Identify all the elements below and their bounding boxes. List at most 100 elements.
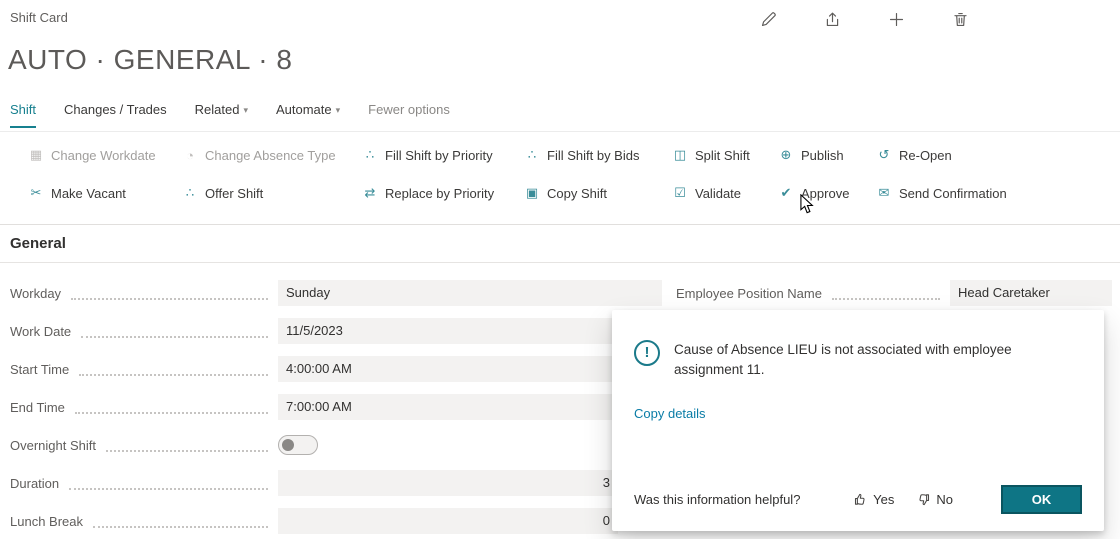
field-end-time: End Time 7:00:00 AM	[0, 388, 662, 426]
end-time-input[interactable]: 7:00:00 AM	[278, 394, 662, 420]
tab-related-label: Related	[195, 102, 240, 117]
action-label: Approve	[801, 186, 849, 201]
toolbar-row-1: ▦ Change Workdate ◔ Change Absence Type …	[0, 136, 1120, 174]
field-label: Start Time	[10, 362, 69, 377]
section-divider	[0, 262, 1120, 263]
action-approve[interactable]: ✔ Approve	[778, 185, 876, 201]
dotted-leader	[832, 298, 940, 300]
field-label: Workday	[10, 286, 61, 301]
tab-fewer-label: Fewer options	[368, 102, 450, 117]
fields-left-column: Workday Sunday Work Date 11/5/2023 Start…	[0, 274, 662, 539]
feedback-yes-label: Yes	[873, 492, 894, 507]
tab-bar: Shift Changes / Trades Related▾ Automate…	[0, 102, 1120, 132]
chevron-down-icon: ▾	[243, 105, 248, 115]
dialog-message: Cause of Absence LIEU is not associated …	[674, 340, 1032, 380]
dotted-leader	[71, 298, 268, 300]
action-label: Make Vacant	[51, 186, 126, 201]
action-fill-shift-by-bids[interactable]: ∴ Fill Shift by Bids	[524, 147, 672, 163]
overnight-shift-toggle[interactable]	[278, 435, 318, 455]
field-label: Overnight Shift	[10, 438, 96, 453]
field-employee-position-name: Employee Position Name Head Caretaker	[666, 274, 1112, 312]
action-reopen[interactable]: ↺ Re-Open	[876, 147, 1120, 163]
thumb-up-icon	[853, 492, 868, 507]
make-vacant-icon: ✂	[28, 185, 44, 201]
employee-position-input[interactable]: Head Caretaker	[950, 280, 1112, 306]
globe-icon: ⊕	[778, 147, 794, 163]
action-change-absence-type: ◔ Change Absence Type	[182, 148, 362, 163]
share-icon[interactable]	[822, 9, 842, 29]
notification-dialog: ! Cause of Absence LIEU is not associate…	[612, 310, 1104, 531]
dotted-leader	[69, 488, 268, 490]
page-caption: Shift Card	[10, 10, 68, 25]
action-change-workdate: ▦ Change Workdate	[28, 147, 182, 163]
field-work-date: Work Date 11/5/2023	[0, 312, 662, 350]
validate-icon: ☑	[672, 185, 688, 201]
add-icon[interactable]	[886, 9, 906, 29]
tab-changes-trades[interactable]: Changes / Trades	[64, 102, 167, 126]
action-label: Fill Shift by Priority	[385, 148, 493, 163]
feedback-question: Was this information helpful?	[634, 492, 800, 507]
lunch-break-input[interactable]: 0	[278, 508, 618, 534]
action-validate[interactable]: ☑ Validate	[672, 185, 778, 201]
dotted-leader	[106, 450, 268, 452]
field-workday: Workday Sunday	[0, 274, 662, 312]
feedback-yes-button[interactable]: Yes	[853, 492, 894, 507]
edit-icon[interactable]	[758, 9, 778, 29]
dotted-leader	[79, 374, 268, 376]
action-fill-shift-by-priority[interactable]: ∴ Fill Shift by Priority	[362, 147, 524, 163]
toggle-knob	[282, 439, 294, 451]
approve-icon: ✔	[778, 185, 794, 201]
page-title: AUTO · GENERAL · 8	[8, 44, 292, 76]
action-toolbar: ▦ Change Workdate ◔ Change Absence Type …	[0, 136, 1120, 212]
ok-button[interactable]: OK	[1001, 485, 1082, 514]
action-publish[interactable]: ⊕ Publish	[778, 147, 876, 163]
dotted-leader	[75, 412, 268, 414]
action-label: Split Shift	[695, 148, 750, 163]
field-label: Lunch Break	[10, 514, 83, 529]
split-shift-icon: ◫	[672, 147, 688, 163]
field-lunch-break: Lunch Break 0	[0, 502, 662, 539]
tab-automate[interactable]: Automate▾	[276, 102, 340, 126]
tab-related[interactable]: Related▾	[195, 102, 248, 126]
tab-automate-label: Automate	[276, 102, 332, 117]
dialog-footer: Was this information helpful? Yes No OK	[634, 485, 1082, 514]
thumb-down-icon	[916, 492, 931, 507]
action-label: Validate	[695, 186, 741, 201]
field-overnight-shift: Overnight Shift	[0, 426, 662, 464]
field-label: End Time	[10, 400, 65, 415]
action-split-shift[interactable]: ◫ Split Shift	[672, 147, 778, 163]
feedback-no-label: No	[936, 492, 953, 507]
dotted-leader	[93, 526, 268, 528]
people-bids-icon: ∴	[524, 147, 540, 163]
duration-input[interactable]: 3	[278, 470, 618, 496]
delete-icon[interactable]	[950, 9, 970, 29]
field-start-time: Start Time 4:00:00 AM	[0, 350, 662, 388]
section-general-title[interactable]: General	[10, 235, 66, 252]
absence-type-icon: ◔	[182, 148, 198, 163]
start-time-input[interactable]: 4:00:00 AM	[278, 356, 662, 382]
action-label: Replace by Priority	[385, 186, 494, 201]
action-label: Re-Open	[899, 148, 952, 163]
work-date-input[interactable]: 11/5/2023	[278, 318, 662, 344]
copy-details-link[interactable]: Copy details	[634, 406, 706, 421]
workday-input[interactable]: Sunday	[278, 280, 662, 306]
feedback-no-button[interactable]: No	[916, 492, 953, 507]
action-copy-shift[interactable]: ▣ Copy Shift	[524, 185, 672, 201]
action-replace-by-priority[interactable]: ⇄ Replace by Priority	[362, 185, 524, 201]
action-label: Copy Shift	[547, 186, 607, 201]
tab-shift[interactable]: Shift	[10, 102, 36, 128]
action-offer-shift[interactable]: ∴ Offer Shift	[182, 185, 362, 201]
field-duration: Duration 3	[0, 464, 662, 502]
tab-fewer-options[interactable]: Fewer options	[368, 102, 450, 126]
copy-icon: ▣	[524, 185, 540, 201]
action-label: Offer Shift	[205, 186, 263, 201]
field-label: Employee Position Name	[676, 286, 822, 301]
action-make-vacant[interactable]: ✂ Make Vacant	[28, 185, 182, 201]
action-label: Fill Shift by Bids	[547, 148, 639, 163]
action-label: Change Absence Type	[205, 148, 336, 163]
action-label: Publish	[801, 148, 844, 163]
field-label: Work Date	[10, 324, 71, 339]
dotted-leader	[81, 336, 268, 338]
toolbar-divider	[0, 224, 1120, 225]
action-send-confirmation[interactable]: ✉ Send Confirmation	[876, 185, 1120, 201]
